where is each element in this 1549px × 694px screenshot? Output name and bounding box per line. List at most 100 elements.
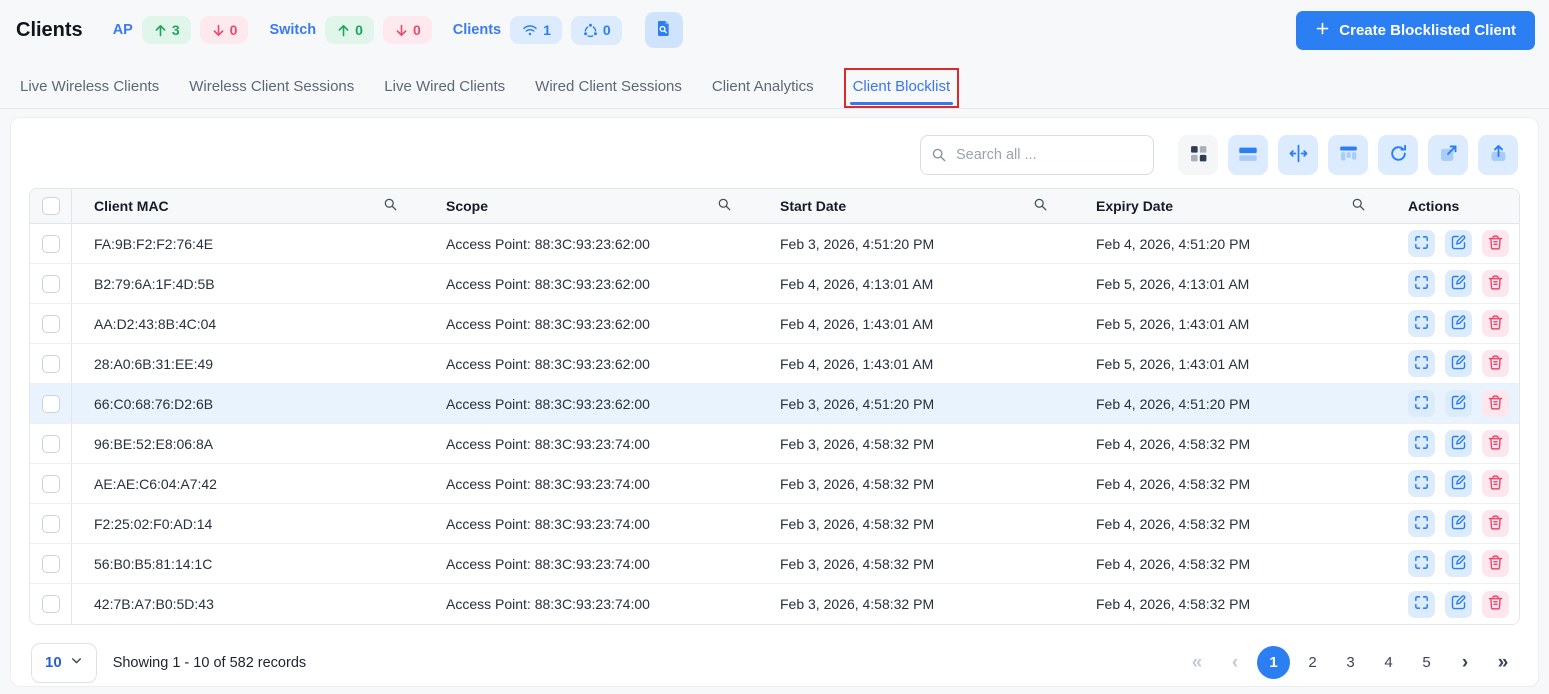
tab-live-wireless-clients[interactable]: Live Wireless Clients — [20, 68, 159, 108]
expand-row-button[interactable] — [1408, 550, 1435, 577]
row-checkbox[interactable] — [41, 234, 60, 253]
expand-row-button[interactable] — [1408, 350, 1435, 377]
client-mac-cell: FA:9B:F2:F2:76:4E — [94, 235, 214, 252]
delete-row-button[interactable] — [1482, 590, 1509, 618]
open-in-new-button[interactable] — [1428, 135, 1468, 175]
tab-live-wired-clients[interactable]: Live Wired Clients — [384, 68, 505, 108]
column-search-icon[interactable] — [383, 197, 398, 215]
list-view-button[interactable] — [1228, 135, 1268, 175]
edit-row-button[interactable] — [1445, 390, 1472, 417]
expand-row-button[interactable] — [1408, 470, 1435, 497]
delete-row-button[interactable] — [1482, 230, 1509, 257]
tab-wired-client-sessions[interactable]: Wired Client Sessions — [535, 68, 682, 108]
expand-row-button[interactable] — [1408, 510, 1435, 537]
expand-row-button[interactable] — [1408, 270, 1435, 297]
edit-row-button[interactable] — [1445, 470, 1472, 497]
row-checkbox[interactable] — [41, 595, 60, 613]
switch-down-badge: 0 — [382, 16, 432, 44]
last-page-button[interactable]: » — [1487, 647, 1518, 678]
row-actions — [1392, 590, 1519, 618]
row-checkbox[interactable] — [41, 274, 60, 293]
row-checkbox[interactable] — [41, 474, 60, 493]
column-label: Scope — [446, 198, 489, 214]
column-width-icon — [1288, 143, 1309, 167]
start-date-cell: Feb 4, 2026, 1:43:01 AM — [780, 315, 934, 332]
search-input[interactable] — [920, 135, 1154, 175]
edit-row-button[interactable] — [1445, 310, 1472, 337]
delete-row-button[interactable] — [1482, 510, 1509, 537]
row-checkbox[interactable] — [41, 394, 60, 413]
column-search-icon[interactable] — [717, 197, 732, 215]
expand-row-button[interactable] — [1408, 430, 1435, 457]
arrow-down-icon — [211, 23, 226, 38]
expand-row-button[interactable] — [1408, 230, 1435, 257]
expand-row-button[interactable] — [1408, 310, 1435, 337]
expand-row-button[interactable] — [1408, 590, 1435, 618]
delete-row-button[interactable] — [1482, 270, 1509, 297]
table-row: AA:D2:43:8B:4C:04 Access Point: 88:3C:93… — [30, 304, 1519, 344]
footer-left: 10 Showing 1 - 10 of 582 records — [31, 642, 307, 683]
switch-up-count: 0 — [355, 22, 363, 38]
row-checkbox[interactable] — [41, 434, 60, 453]
export-button[interactable] — [1478, 135, 1518, 175]
table-header-row: Client MAC Scope Start Date Expiry Date … — [30, 189, 1519, 224]
column-width-button[interactable] — [1278, 135, 1318, 175]
edit-row-button[interactable] — [1445, 270, 1472, 297]
page-button-1[interactable]: 1 — [1257, 646, 1290, 679]
blocklist-panel: Client MAC Scope Start Date Expiry Date … — [10, 117, 1539, 687]
row-checkbox[interactable] — [41, 514, 60, 533]
expiry-date-cell: Feb 4, 2026, 4:58:32 PM — [1096, 435, 1251, 452]
column-search-icon[interactable] — [1351, 197, 1366, 215]
delete-row-button[interactable] — [1482, 350, 1509, 377]
delete-row-button[interactable] — [1482, 310, 1509, 337]
tab-client-blocklist[interactable]: Client Blocklist — [843, 68, 960, 108]
tab-client-analytics[interactable]: Client Analytics — [712, 68, 814, 108]
page-button-5[interactable]: 5 — [1411, 647, 1442, 678]
trash-icon — [1487, 274, 1504, 294]
edit-row-button[interactable] — [1445, 430, 1472, 457]
page-button-3[interactable]: 3 — [1335, 647, 1366, 678]
next-page-button[interactable]: › — [1449, 647, 1480, 678]
column-search-icon[interactable] — [1033, 197, 1048, 215]
first-page-button[interactable]: « — [1181, 647, 1212, 678]
expand-row-button[interactable] — [1408, 390, 1435, 417]
row-actions — [1392, 310, 1519, 337]
card-view-button[interactable] — [1178, 135, 1218, 175]
ap-down-badge: 0 — [199, 16, 249, 44]
records-summary: Showing 1 - 10 of 582 records — [112, 654, 307, 671]
row-checkbox[interactable] — [41, 314, 60, 333]
scope-cell: Access Point: 88:3C:93:23:74:00 — [446, 596, 650, 612]
refresh-button[interactable] — [1378, 135, 1418, 175]
column-label: Expiry Date — [1096, 198, 1174, 214]
create-blocklisted-client-button[interactable]: Create Blocklisted Client — [1296, 10, 1535, 50]
prev-page-button[interactable]: ‹ — [1219, 647, 1250, 678]
start-date-cell: Feb 3, 2026, 4:51:20 PM — [780, 395, 935, 412]
delete-row-button[interactable] — [1482, 470, 1509, 497]
page-button-2[interactable]: 2 — [1297, 647, 1328, 678]
export-icon — [1488, 143, 1509, 167]
select-all-checkbox[interactable] — [41, 197, 60, 215]
edit-row-button[interactable] — [1445, 550, 1472, 577]
row-checkbox[interactable] — [41, 354, 60, 373]
column-picker-button[interactable] — [1328, 135, 1368, 175]
delete-row-button[interactable] — [1482, 430, 1509, 457]
row-checkbox[interactable] — [41, 554, 60, 573]
scope-cell: Access Point: 88:3C:93:23:62:00 — [446, 355, 650, 372]
ap-up-count: 3 — [171, 22, 180, 38]
edit-row-button[interactable] — [1445, 350, 1472, 377]
trash-icon — [1487, 434, 1504, 454]
edit-row-button[interactable] — [1445, 590, 1472, 618]
edit-row-button[interactable] — [1445, 230, 1472, 257]
wireless-clients-badge: 1 — [510, 16, 562, 44]
delete-row-button[interactable] — [1482, 550, 1509, 577]
tab-wireless-client-sessions[interactable]: Wireless Client Sessions — [189, 68, 354, 108]
delete-row-button[interactable] — [1482, 390, 1509, 417]
client-mac-cell: 66:C0:68:76:D2:6B — [94, 395, 214, 412]
expand-icon — [1413, 274, 1430, 294]
edit-row-button[interactable] — [1445, 510, 1472, 537]
report-search-button[interactable] — [644, 12, 683, 48]
row-select-cell — [30, 464, 72, 503]
column-header-start-date: Start Date — [758, 197, 1074, 215]
page-button-4[interactable]: 4 — [1373, 647, 1404, 678]
page-size-select[interactable]: 10 — [31, 642, 97, 683]
